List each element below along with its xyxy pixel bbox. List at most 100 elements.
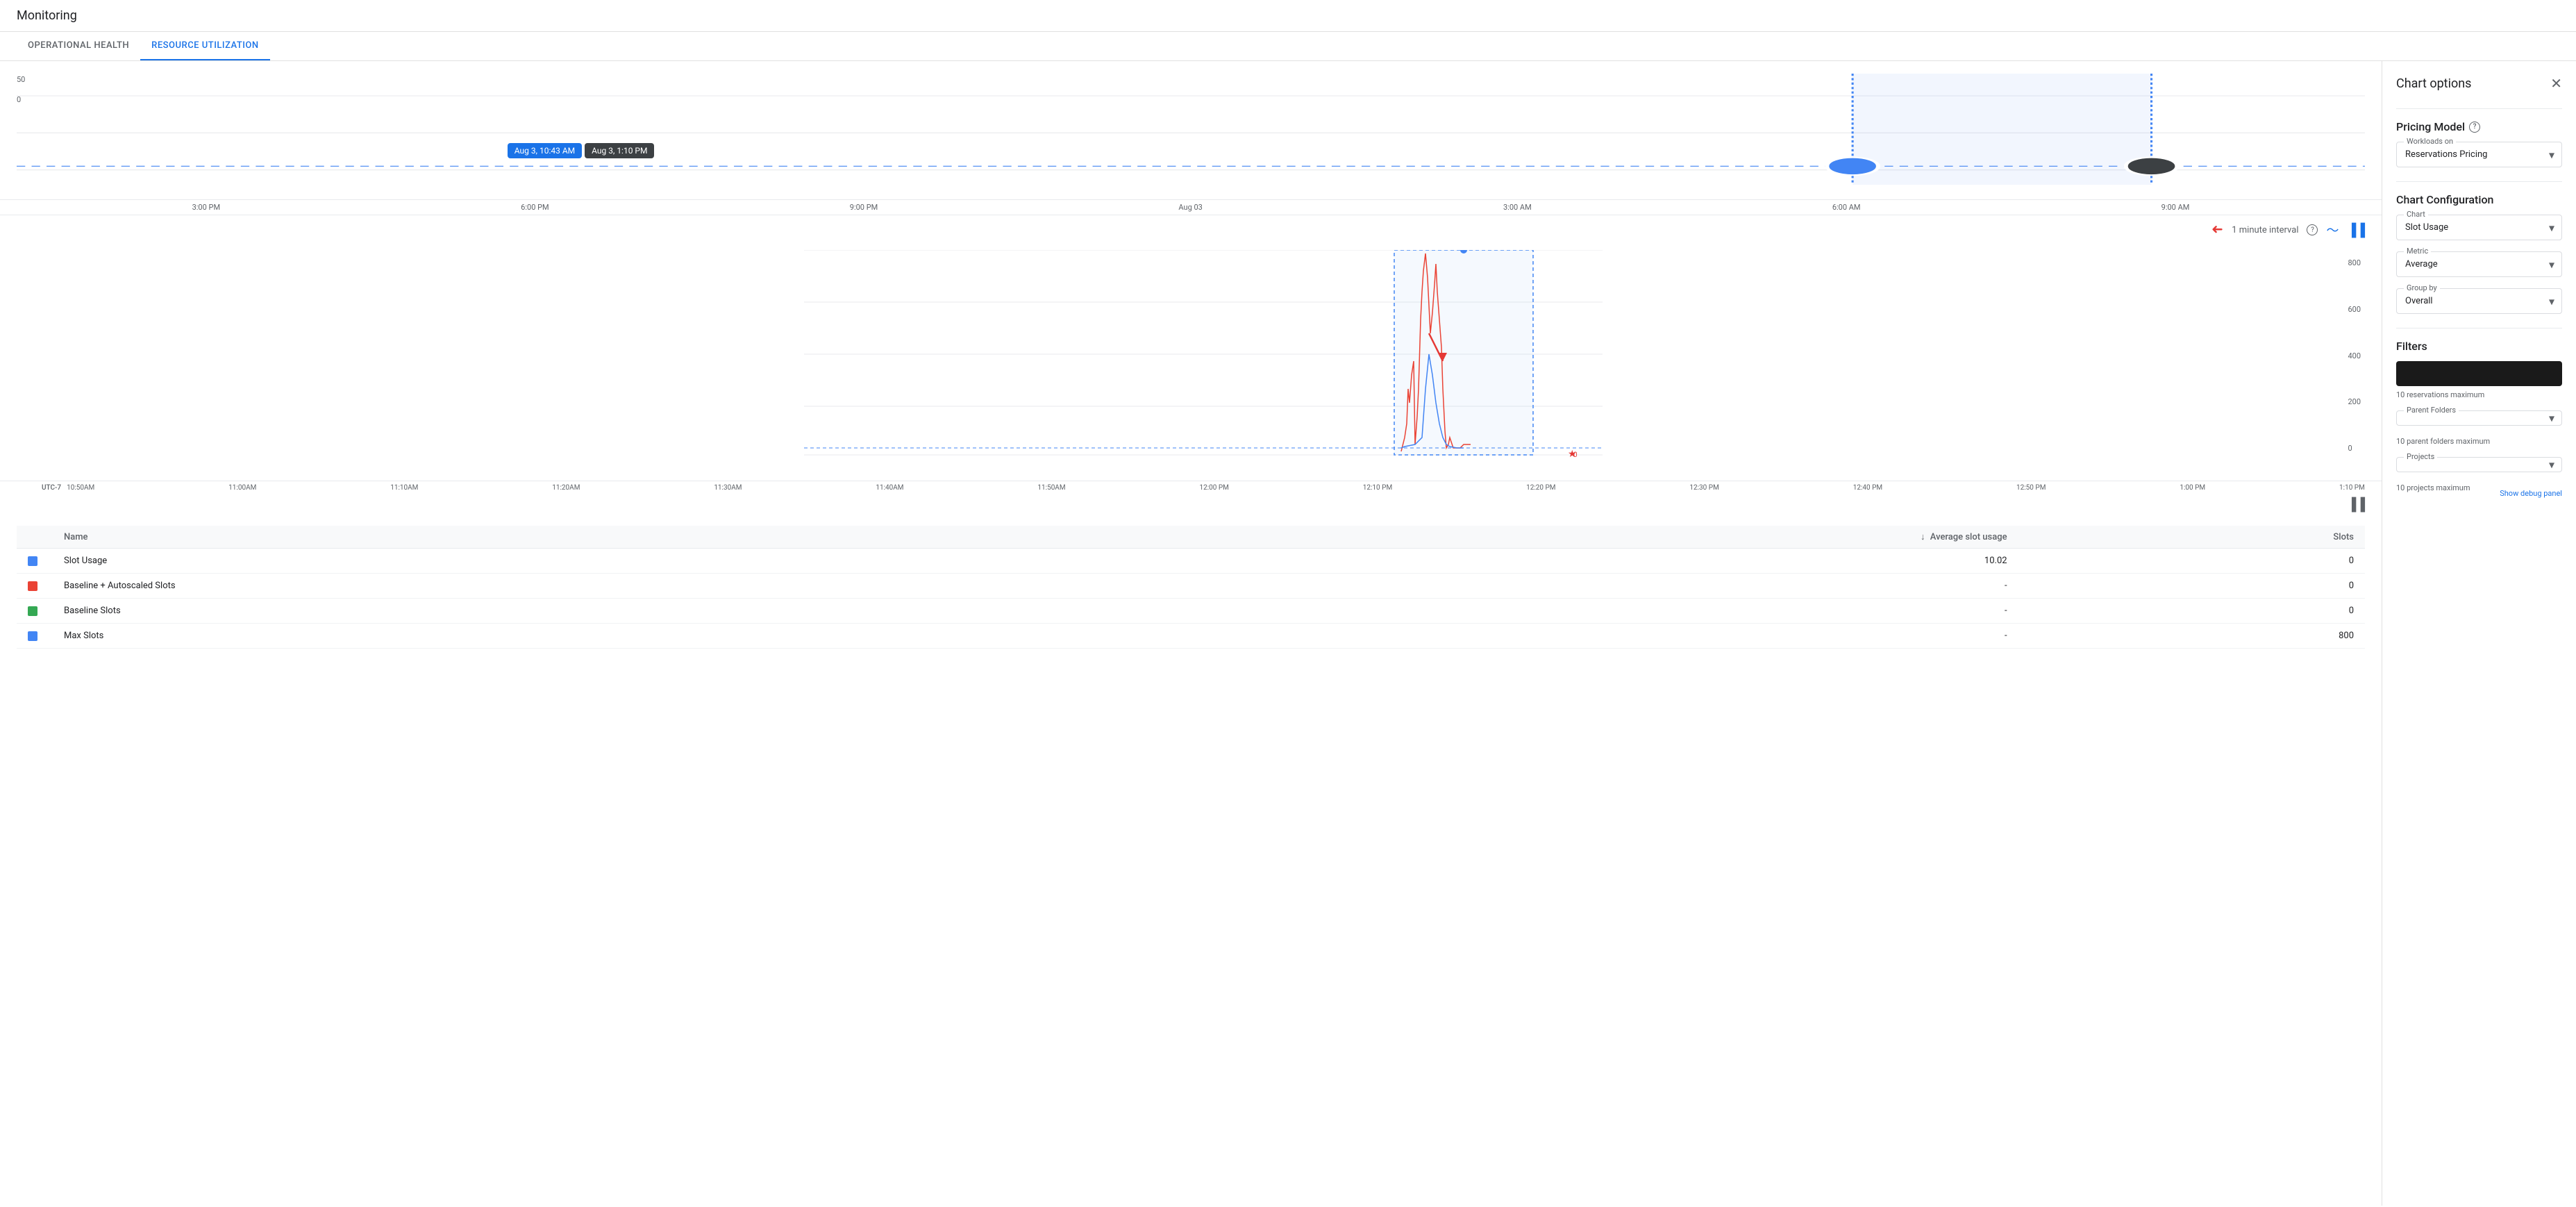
table-row: Max Slots - 800	[17, 624, 2365, 649]
bt-1: 11:00AM	[228, 484, 256, 492]
time-label-2: 9:00 PM	[850, 203, 878, 212]
right-panel: Chart options ✕ Pricing Model ? Workload…	[2382, 61, 2576, 1206]
bt-13: 1:00 PM	[2180, 484, 2205, 492]
color-indicator-2	[28, 606, 37, 616]
timezone-label: UTC-7	[42, 484, 61, 492]
interval-label: 1 minute interval	[2232, 225, 2298, 235]
bt-7: 12:00 PM	[1199, 484, 1228, 492]
th-avg[interactable]: ↓ Average slot usage	[1137, 526, 2018, 549]
app-header: Monitoring	[0, 0, 2576, 32]
interval-bar: ➜ 1 minute interval ? 〜 ▐▐	[0, 215, 2382, 244]
row-slots-3: 800	[2018, 624, 2365, 649]
bt-11: 12:40 PM	[1853, 484, 1882, 492]
bt-4: 11:30AM	[714, 484, 742, 492]
debug-panel-link[interactable]: Show debug panel	[2500, 489, 2562, 498]
main-layout: 50 0 Aug 3, 10	[0, 61, 2576, 1206]
projects-footer: 10 projects maximum Show debug panel	[2396, 483, 2562, 503]
time-label-5: 6:00 AM	[1832, 203, 1861, 212]
tooltip-container: Aug 3, 10:43 AM Aug 3, 1:10 PM	[508, 143, 655, 158]
column-adjust-icon[interactable]: ▐▐	[2347, 497, 2365, 512]
y-label-50: 50	[17, 75, 25, 84]
time-label-4: 3:00 AM	[1503, 203, 1532, 212]
chart-dropdown[interactable]: Chart Slot Usage ▾	[2396, 215, 2562, 240]
workloads-value: Reservations Pricing	[2405, 149, 2487, 160]
metric-dropdown[interactable]: Metric Average ▾	[2396, 251, 2562, 277]
mini-chart-svg	[17, 74, 2365, 185]
groupby-value: Overall	[2405, 296, 2433, 306]
parent-folders-hint: 10 parent folders maximum	[2396, 437, 2562, 446]
y-600: 600	[2348, 305, 2361, 314]
groupby-field-label: Group by	[2404, 283, 2440, 292]
table-header-row: Name ↓ Average slot usage Slots	[17, 526, 2365, 549]
table-section: Name ↓ Average slot usage Slots Slot Usa…	[0, 515, 2382, 660]
chart-field-label: Chart	[2404, 210, 2428, 219]
column-adjust-bar: ▐▐	[0, 494, 2382, 515]
table-row: Baseline + Autoscaled Slots - 0	[17, 574, 2365, 599]
projects-label: Projects	[2404, 452, 2437, 461]
mini-time-axis: 3:00 PM 6:00 PM 9:00 PM Aug 03 3:00 AM 6…	[0, 200, 2382, 215]
th-name[interactable]: Name	[53, 526, 1137, 549]
close-button[interactable]: ✕	[2550, 75, 2562, 92]
bottom-time-axis: UTC-7 10:50AM 11:00AM 11:10AM 11:20AM 11…	[0, 481, 2382, 494]
time-label-0: 3:00 PM	[192, 203, 220, 212]
row-color-2	[17, 599, 53, 624]
time-label-6: 9:00 AM	[2161, 203, 2190, 212]
time-label-1: 6:00 PM	[521, 203, 549, 212]
tab-resource-utilization[interactable]: RESOURCE UTILIZATION	[140, 32, 269, 60]
metric-value: Average	[2405, 259, 2438, 269]
time-label-3: Aug 03	[1178, 203, 1202, 212]
reservations-hint: 10 reservations maximum	[2396, 390, 2562, 399]
red-arrow-icon: ➜	[2211, 222, 2223, 238]
pricing-model-label: Pricing Model ?	[2396, 120, 2562, 133]
projects-dropdown[interactable]: Projects ▾	[2396, 457, 2562, 472]
row-name-1: Baseline + Autoscaled Slots	[53, 574, 1137, 599]
row-color-0	[17, 549, 53, 574]
row-avg-2: -	[1137, 599, 2018, 624]
y-400: 400	[2348, 351, 2361, 360]
bt-3: 11:20AM	[552, 484, 580, 492]
bar-chart-icon[interactable]: ▐▐	[2347, 223, 2365, 238]
th-slots[interactable]: Slots	[2018, 526, 2365, 549]
metric-chevron-icon: ▾	[2549, 258, 2554, 271]
table-row: Slot Usage 10.02 0	[17, 549, 2365, 574]
bt-10: 12:30 PM	[1689, 484, 1718, 492]
chart-value: Slot Usage	[2405, 222, 2448, 233]
bt-9: 12:20 PM	[1526, 484, 1555, 492]
sort-down-icon: ↓	[1921, 532, 1925, 542]
tooltip-end: Aug 3, 1:10 PM	[585, 143, 654, 158]
pricing-help-icon[interactable]: ?	[2469, 122, 2480, 133]
panel-header: Chart options ✕	[2396, 75, 2562, 92]
y-200: 200	[2348, 397, 2361, 406]
tooltip-start: Aug 3, 10:43 AM	[508, 143, 582, 158]
parent-folders-label: Parent Folders	[2404, 406, 2459, 415]
filters-section: Filters 10 reservations maximum Parent F…	[2396, 340, 2562, 503]
groupby-dropdown[interactable]: Group by Overall ▾	[2396, 288, 2562, 314]
color-indicator-0	[28, 556, 37, 566]
parent-folders-chevron-icon: ▾	[2549, 412, 2554, 425]
svg-text:0: 0	[1573, 451, 1578, 458]
bt-8: 12:10 PM	[1363, 484, 1392, 492]
row-slots-0: 0	[2018, 549, 2365, 574]
main-chart-y-labels: 800 600 400 200 0	[2348, 258, 2361, 453]
reservations-input[interactable]	[2396, 361, 2562, 386]
row-name-0: Slot Usage	[53, 549, 1137, 574]
row-avg-1: -	[1137, 574, 2018, 599]
bt-2: 11:10AM	[390, 484, 418, 492]
projects-hint: 10 projects maximum	[2396, 483, 2470, 492]
tabs-bar: OPERATIONAL HEALTH RESOURCE UTILIZATION	[0, 32, 2576, 61]
parent-folders-dropdown[interactable]: Parent Folders ▾	[2396, 410, 2562, 426]
bt-12: 12:50 PM	[2016, 484, 2046, 492]
interval-help-icon[interactable]: ?	[2307, 224, 2318, 235]
y-800: 800	[2348, 258, 2361, 267]
pricing-model-section: Pricing Model ? Workloads on Reservation…	[2396, 120, 2562, 167]
th-color	[17, 526, 53, 549]
row-name-2: Baseline Slots	[53, 599, 1137, 624]
bt-6: 11:50AM	[1037, 484, 1065, 492]
divider-1	[2396, 108, 2562, 109]
bt-0: 10:50AM	[67, 484, 94, 492]
tab-operational-health[interactable]: OPERATIONAL HEALTH	[17, 32, 140, 60]
panel-title: Chart options	[2396, 76, 2471, 91]
data-table: Name ↓ Average slot usage Slots Slot Usa…	[17, 526, 2365, 649]
line-chart-icon[interactable]: 〜	[2326, 221, 2339, 239]
workloads-dropdown[interactable]: Workloads on Reservations Pricing ▾	[2396, 142, 2562, 167]
